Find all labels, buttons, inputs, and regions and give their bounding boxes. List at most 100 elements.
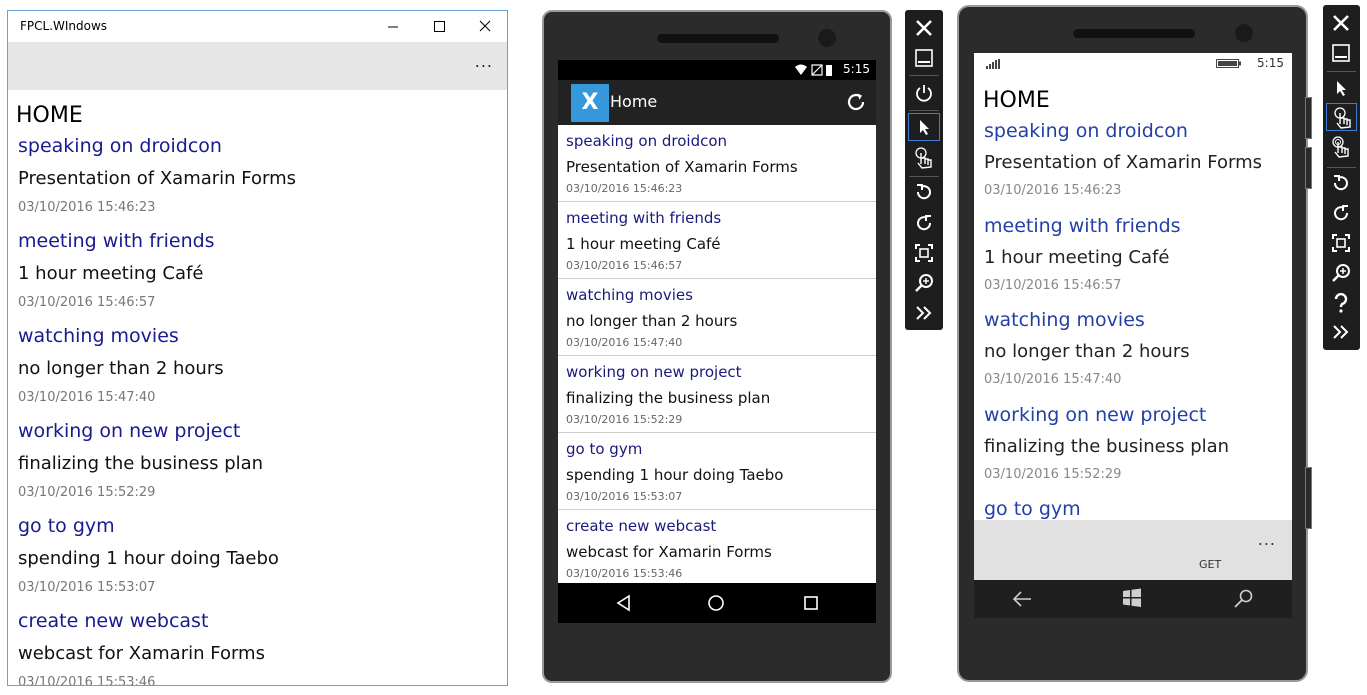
item-date: 03/10/2016 15:53:07 (566, 490, 683, 503)
item-date: 03/10/2016 15:47:40 (18, 390, 156, 405)
back-triangle-icon[interactable] (616, 594, 632, 612)
home-circle-icon[interactable] (707, 594, 725, 612)
signal-battery-icons (795, 64, 832, 76)
camera-key (1305, 467, 1312, 529)
volume-up-key (1305, 97, 1312, 139)
fit-screen-icon[interactable] (914, 243, 934, 263)
list-item[interactable]: create new webcast webcast for Xamarin F… (558, 510, 876, 587)
xamarin-logo: X (571, 84, 609, 122)
single-touch-icon (1334, 107, 1351, 129)
item-title: go to gym (566, 440, 643, 458)
android-nav-bar (558, 583, 876, 623)
pointer-icon[interactable] (1332, 79, 1350, 97)
get-button-label[interactable]: GET (1199, 558, 1221, 571)
item-title: go to gym (984, 498, 1081, 520)
item-date: 03/10/2016 15:46:57 (566, 259, 683, 272)
android-status-bar: 5:15 (558, 60, 876, 80)
toolbar-divider (909, 75, 939, 76)
window-title: FPCL.WIndows (20, 19, 108, 33)
item-description: no longer than 2 hours (984, 341, 1190, 362)
item-title: meeting with friends (566, 209, 722, 227)
item-date: 03/10/2016 15:46:23 (984, 183, 1122, 198)
windows-logo-icon[interactable] (1122, 588, 1142, 608)
item-description: finalizing the business plan (566, 389, 771, 407)
phone-camera (1235, 24, 1253, 42)
close-icon (479, 20, 491, 32)
zoom-icon[interactable] (1331, 263, 1351, 283)
close-button[interactable] (462, 11, 507, 42)
item-title: watching movies (18, 325, 179, 347)
item-date: 03/10/2016 15:47:40 (566, 336, 683, 349)
power-icon[interactable] (914, 83, 934, 103)
battery-icon (1216, 59, 1241, 68)
android-emulator: 5:15 X Home speaking on droidcon Present… (542, 10, 892, 683)
item-description: Presentation of Xamarin Forms (18, 168, 297, 189)
item-title: watching movies (984, 309, 1145, 331)
minimize-icon[interactable] (1331, 43, 1351, 63)
window-titlebar: FPCL.WIndows (8, 11, 507, 42)
item-description: Presentation of Xamarin Forms (984, 152, 1263, 173)
item-title: watching movies (566, 286, 693, 304)
maximize-button[interactable] (416, 11, 462, 42)
item-description: 1 hour meeting Café (566, 235, 721, 253)
item-date: 03/10/2016 15:46:57 (984, 277, 1122, 293)
item-description: no longer than 2 hours (566, 312, 738, 330)
item-list[interactable]: speaking on droidcon Presentation of Xam… (558, 125, 876, 587)
item-date: 03/10/2016 15:53:07 (18, 580, 156, 595)
recents-square-icon[interactable] (803, 595, 819, 611)
more-tools-icon[interactable] (1331, 322, 1351, 342)
phone-speaker (657, 34, 779, 43)
search-icon[interactable] (1233, 589, 1255, 609)
phone-speaker (1073, 29, 1195, 38)
minimize-button[interactable] (370, 11, 416, 42)
windows-app-window: FPCL.WIndows ... HOME speaking on droidc… (7, 10, 508, 686)
item-date: 03/10/2016 15:52:29 (984, 466, 1122, 482)
more-options-button[interactable]: ... (1258, 530, 1276, 549)
toolbar-divider (909, 176, 939, 177)
item-title: working on new project (566, 363, 742, 381)
list-item[interactable]: working on new project finalizing the bu… (558, 356, 876, 433)
list-item[interactable]: speaking on droidcon Presentation of Xam… (558, 125, 876, 202)
refresh-icon[interactable] (844, 90, 868, 114)
item-title: speaking on droidcon (18, 135, 222, 157)
pointer-tool-button[interactable] (908, 113, 940, 141)
item-title: go to gym (18, 515, 115, 537)
fit-screen-icon[interactable] (1331, 233, 1351, 253)
item-date: 03/10/2016 15:53:46 (18, 675, 156, 686)
single-touch-icon[interactable] (912, 146, 936, 170)
zoom-icon[interactable] (914, 273, 934, 293)
rotate-left-icon[interactable] (1331, 173, 1351, 193)
item-date: 03/10/2016 15:53:46 (566, 567, 683, 580)
item-title: meeting with friends (984, 214, 1181, 237)
rotate-left-icon[interactable] (914, 182, 934, 202)
multi-touch-icon[interactable] (1329, 135, 1353, 159)
windows-phone-emulator: 5:15 HOME speaking on droidcon Presentat… (957, 5, 1312, 682)
list-item[interactable]: watching movies no longer than 2 hours 0… (558, 279, 876, 356)
more-options-button[interactable]: ... (475, 52, 493, 71)
item-description: spending 1 hour doing Taebo (18, 548, 279, 569)
item-date: 03/10/2016 15:52:29 (18, 485, 156, 500)
toolbar-divider (1327, 71, 1356, 72)
rotate-right-icon[interactable] (1331, 203, 1351, 223)
rotate-right-icon[interactable] (914, 213, 934, 233)
list-item[interactable]: go to gym spending 1 hour doing Taebo 03… (558, 433, 876, 510)
status-time: 5:15 (1257, 56, 1284, 70)
android-action-bar: X Home (558, 80, 876, 125)
close-icon[interactable] (1331, 13, 1351, 33)
back-arrow-icon[interactable] (1011, 589, 1033, 609)
toolbar-divider (909, 110, 939, 111)
more-tools-icon[interactable] (914, 303, 934, 323)
item-title: working on new project (18, 420, 241, 442)
windows-phone-screen: 5:15 HOME speaking on droidcon Presentat… (974, 53, 1292, 618)
winphone-nav-bar (974, 580, 1292, 618)
item-description: finalizing the business plan (18, 453, 264, 474)
minimize-icon[interactable] (914, 48, 934, 68)
item-date: 03/10/2016 15:52:29 (566, 413, 683, 426)
close-icon[interactable] (914, 18, 934, 38)
list-item[interactable]: meeting with friends 1 hour meeting Café… (558, 202, 876, 279)
phone-camera (818, 29, 836, 47)
android-emulator-toolbar (905, 10, 943, 330)
help-icon[interactable] (1331, 293, 1351, 313)
app-command-bar: ... (8, 42, 507, 90)
single-touch-tool-button[interactable] (1326, 103, 1357, 131)
